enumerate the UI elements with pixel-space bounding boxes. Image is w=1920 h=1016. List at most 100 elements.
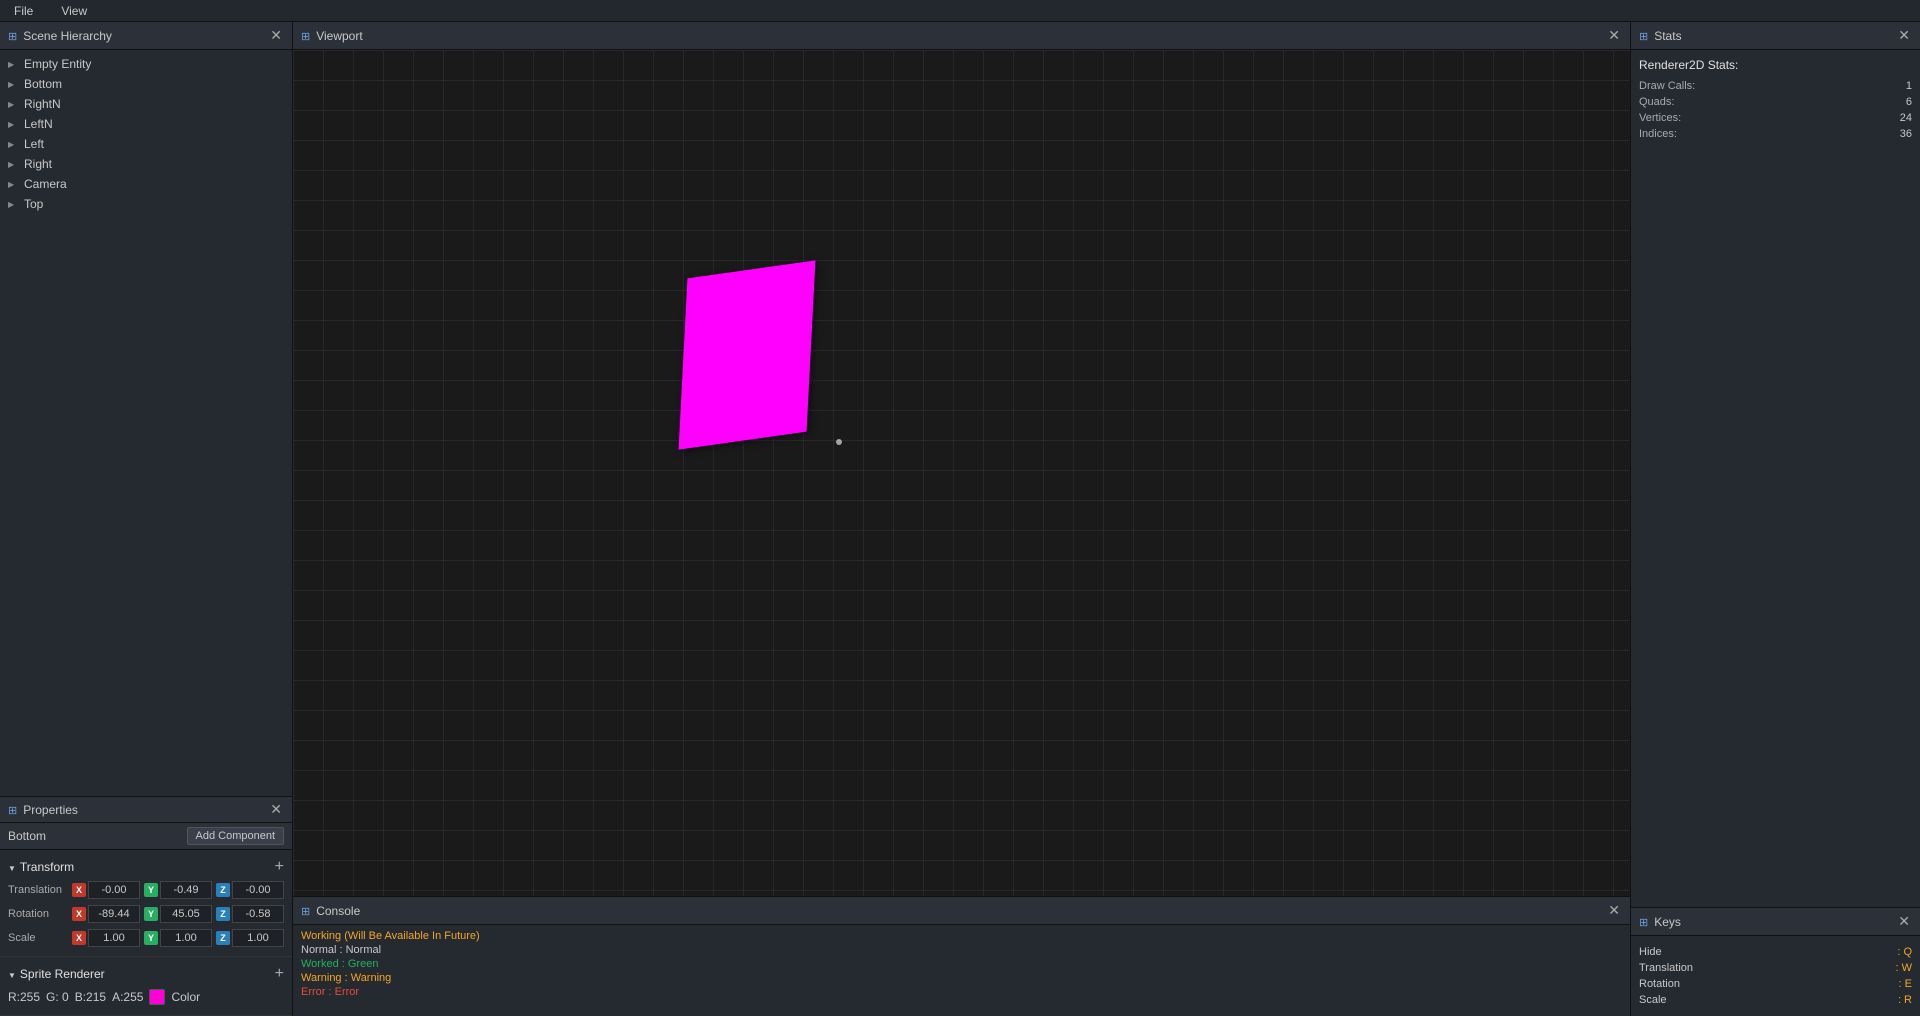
transform-add-button[interactable]: + (275, 859, 284, 875)
scene-hierarchy-close[interactable]: ✕ (268, 27, 284, 44)
console-line-0: Working (Will Be Available In Future) (301, 929, 1622, 943)
stats-indices-label: Indices: (1639, 128, 1677, 140)
scale-x-input[interactable] (88, 929, 140, 947)
sprite-renderer-section: Sprite Renderer + R:255 G: 0 B:215 A:255… (0, 957, 292, 1016)
translation-z-input[interactable] (232, 881, 284, 899)
properties-title: Properties (23, 803, 78, 817)
sprite-a-label: A:255 (112, 990, 143, 1004)
console-close[interactable]: ✕ (1606, 902, 1622, 919)
viewport-title: Viewport (316, 29, 362, 43)
transform-header-left: Transform (8, 860, 74, 874)
center-area: Viewport ✕ Console ✕ Working (Will (293, 22, 1630, 1016)
hierarchy-item-bottom[interactable]: Bottom (0, 74, 292, 94)
scale-row: Scale X Y Z (0, 926, 292, 950)
rotation-z-field: Z (216, 905, 284, 923)
scene-hierarchy-header: Scene Hierarchy ✕ (0, 22, 292, 50)
console-line-1: Normal : Normal (301, 943, 1622, 957)
properties-close[interactable]: ✕ (268, 801, 284, 818)
stats-quads-row: Quads: 6 (1639, 94, 1912, 110)
properties-title-bar: Properties (8, 803, 78, 817)
menu-file[interactable]: File (8, 2, 39, 20)
scale-y-badge: Y (144, 931, 158, 945)
console-header: Console ✕ (293, 897, 1630, 925)
keys-panel: Keys ✕ Hide : Q Translation : W Rotation… (1631, 907, 1920, 1016)
sprite-renderer-header[interactable]: Sprite Renderer + (0, 963, 292, 985)
scene-hierarchy-icon (8, 29, 17, 43)
hierarchy-label-empty-entity: Empty Entity (24, 57, 91, 71)
hierarchy-arrow-top (8, 199, 20, 210)
properties-icon (8, 803, 17, 817)
viewport: Viewport ✕ (293, 22, 1630, 896)
properties-entity-bar: Bottom Add Component (0, 823, 292, 850)
sprite-b-label: B:215 (75, 990, 106, 1004)
hierarchy-item-leftn[interactable]: LeftN (0, 114, 292, 134)
translation-x-input[interactable] (88, 881, 140, 899)
translation-label: Translation (8, 884, 68, 896)
left-panels: Scene Hierarchy ✕ Empty Entity Bottom Ri… (0, 22, 293, 1016)
translation-y-badge: Y (144, 883, 158, 897)
rotation-y-input[interactable] (160, 905, 212, 923)
scale-z-field: Z (216, 929, 284, 947)
translation-x-badge: X (72, 883, 86, 897)
transform-chevron-icon (8, 860, 16, 874)
hierarchy-arrow-camera (8, 179, 20, 190)
hierarchy-item-empty-entity[interactable]: Empty Entity (0, 54, 292, 74)
translation-xyz-group: X Y Z (72, 881, 284, 899)
keys-scale-label: Scale (1639, 994, 1667, 1006)
stats-vertices-row: Vertices: 24 (1639, 110, 1912, 126)
add-component-button[interactable]: Add Component (187, 827, 285, 845)
hierarchy-item-camera[interactable]: Camera (0, 174, 292, 194)
menu-view[interactable]: View (55, 2, 93, 20)
console-content: Working (Will Be Available In Future) No… (293, 925, 1630, 1016)
scene-hierarchy-title: Scene Hierarchy (23, 29, 112, 43)
scale-x-field: X (72, 929, 140, 947)
stats-panel: Stats ✕ Renderer2D Stats: Draw Calls: 1 … (1631, 22, 1920, 907)
menubar: File View (0, 0, 1920, 22)
scale-y-input[interactable] (160, 929, 212, 947)
rotation-y-field: Y (144, 905, 212, 923)
hierarchy-item-left[interactable]: Left (0, 134, 292, 154)
viewport-canvas[interactable] (293, 50, 1630, 896)
sprite-color-swatch[interactable] (149, 989, 165, 1005)
rotation-x-input[interactable] (88, 905, 140, 923)
sprite-renderer-add-button[interactable]: + (275, 966, 284, 982)
keys-icon (1639, 915, 1648, 929)
console-line-4: Error : Error (301, 985, 1622, 999)
keys-translation-row: Translation : W (1639, 960, 1912, 976)
sprite-renderer-chevron-icon (8, 967, 16, 981)
keys-rotation-key: : E (1899, 978, 1912, 990)
hierarchy-arrow-bottom (8, 79, 20, 90)
sprite-r-label: R:255 (8, 990, 40, 1004)
stats-content: Renderer2D Stats: Draw Calls: 1 Quads: 6… (1631, 50, 1920, 150)
scale-label: Scale (8, 932, 68, 944)
keys-translation-label: Translation (1639, 962, 1693, 974)
console-icon (301, 904, 310, 918)
rotation-xyz-group: X Y Z (72, 905, 284, 923)
hierarchy-item-rightn[interactable]: RightN (0, 94, 292, 114)
properties-entity-name: Bottom (8, 829, 46, 843)
stats-icon (1639, 29, 1648, 43)
transform-header[interactable]: Transform + (0, 856, 292, 878)
viewport-close[interactable]: ✕ (1606, 27, 1622, 44)
rotation-y-badge: Y (144, 907, 158, 921)
scene-hierarchy-title-bar: Scene Hierarchy (8, 29, 112, 43)
keys-scale-key: : R (1898, 994, 1912, 1006)
scale-xyz-group: X Y Z (72, 929, 284, 947)
translation-row: Translation X Y Z (0, 878, 292, 902)
hierarchy-label-rightn: RightN (24, 97, 61, 111)
stats-close[interactable]: ✕ (1896, 27, 1912, 44)
viewport-magenta-shape (679, 260, 816, 449)
scale-z-input[interactable] (232, 929, 284, 947)
keys-header: Keys ✕ (1631, 908, 1920, 936)
translation-y-input[interactable] (160, 881, 212, 899)
sprite-renderer-header-left: Sprite Renderer (8, 967, 105, 981)
transform-section: Transform + Translation X Y (0, 850, 292, 957)
hierarchy-item-right[interactable]: Right (0, 154, 292, 174)
keys-rotation-row: Rotation : E (1639, 976, 1912, 992)
keys-close[interactable]: ✕ (1896, 913, 1912, 930)
hierarchy-item-top[interactable]: Top (0, 194, 292, 214)
translation-z-field: Z (216, 881, 284, 899)
rotation-z-input[interactable] (232, 905, 284, 923)
hierarchy-label-bottom: Bottom (24, 77, 62, 91)
hierarchy-label-left: Left (24, 137, 44, 151)
